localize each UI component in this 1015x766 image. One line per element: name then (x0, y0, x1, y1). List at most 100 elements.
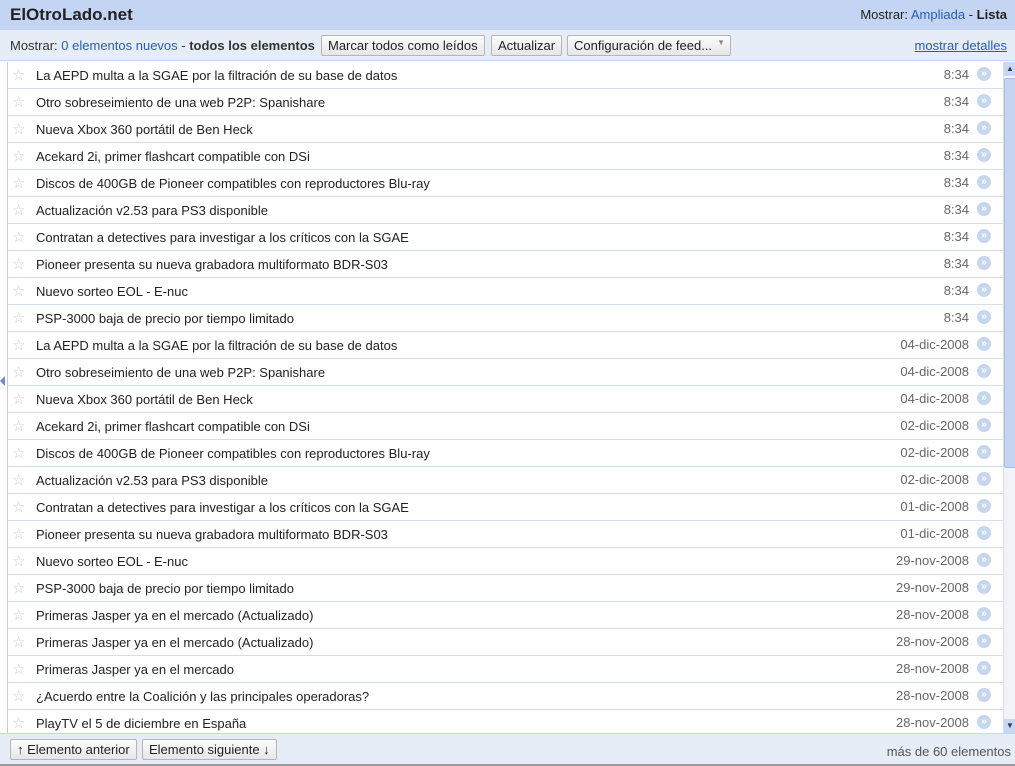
list-item[interactable]: ☆ Otro sobreseimiento de una web P2P: Spa… (8, 89, 1003, 116)
list-item[interactable]: ☆ Primeras Jasper ya en el mercado (Actua… (8, 629, 1003, 656)
list-item[interactable]: ☆ Discos de 400GB de Pioneer compatibles … (8, 440, 1003, 467)
item-date: 01-dic-2008 (900, 526, 969, 541)
list-item[interactable]: ☆ Nueva Xbox 360 portátil de Ben Heck 8:34… (8, 116, 1003, 143)
view-label: Mostrar: (860, 7, 908, 22)
open-item-icon[interactable]: » (977, 499, 991, 513)
star-icon[interactable]: ☆ (12, 714, 25, 732)
item-title: Actualización v2.53 para PS3 disponible (36, 203, 268, 218)
list-item[interactable]: ☆ Nuevo sorteo EOL - E-nuc 29-nov-2008 » (8, 548, 1003, 575)
open-item-icon[interactable]: » (977, 283, 991, 297)
list-item[interactable]: ☆ Pioneer presenta su nueva grabadora mul… (8, 521, 1003, 548)
open-item-icon[interactable]: » (977, 310, 991, 324)
star-icon[interactable]: ☆ (12, 363, 25, 381)
star-icon[interactable]: ☆ (12, 687, 25, 705)
view-expanded-link[interactable]: Ampliada (911, 7, 965, 22)
star-icon[interactable]: ☆ (12, 498, 25, 516)
star-icon[interactable]: ☆ (12, 93, 25, 111)
list-item[interactable]: ☆ Nuevo sorteo EOL - E-nuc 8:34 » (8, 278, 1003, 305)
open-item-icon[interactable]: » (977, 148, 991, 162)
star-icon[interactable]: ☆ (12, 444, 25, 462)
star-icon[interactable]: ☆ (12, 417, 25, 435)
star-icon[interactable]: ☆ (12, 255, 25, 273)
open-item-icon[interactable]: » (977, 229, 991, 243)
star-icon[interactable]: ☆ (12, 471, 25, 489)
open-item-icon[interactable]: » (977, 526, 991, 540)
star-icon[interactable]: ☆ (12, 228, 25, 246)
show-details-link[interactable]: mostrar detalles (915, 38, 1007, 53)
list-item[interactable]: ☆ Acekard 2i, primer flashcart compatible… (8, 143, 1003, 170)
next-item-button[interactable]: Elemento siguiente ↓ (142, 739, 277, 760)
open-item-icon[interactable]: » (977, 445, 991, 459)
star-icon[interactable]: ☆ (12, 174, 25, 192)
star-icon[interactable]: ☆ (12, 147, 25, 165)
open-item-icon[interactable]: » (977, 634, 991, 648)
footer: ↑ Elemento anterior Elemento siguiente ↓… (0, 733, 1015, 766)
open-item-icon[interactable]: » (977, 580, 991, 594)
new-items-link[interactable]: 0 elementos nuevos (61, 38, 177, 53)
open-item-icon[interactable]: » (977, 67, 991, 81)
open-item-icon[interactable]: » (977, 121, 991, 135)
open-item-icon[interactable]: » (977, 715, 991, 729)
mark-all-read-button[interactable]: Marcar todos como leídos (321, 35, 485, 56)
open-item-icon[interactable]: » (977, 418, 991, 432)
list-item[interactable]: ☆ Discos de 400GB de Pioneer compatibles … (8, 170, 1003, 197)
star-icon[interactable]: ☆ (12, 120, 25, 138)
list-item[interactable]: ☆ ¿Acuerdo entre la Coalición y las princ… (8, 683, 1003, 710)
list-item[interactable]: ☆ Otro sobreseimiento de una web P2P: Spa… (8, 359, 1003, 386)
open-item-icon[interactable]: » (977, 202, 991, 216)
previous-item-button[interactable]: ↑ Elemento anterior (10, 739, 137, 760)
list-item[interactable]: ☆ La AEPD multa a la SGAE por la filtraci… (8, 62, 1003, 89)
open-item-icon[interactable]: » (977, 607, 991, 621)
open-item-icon[interactable]: » (977, 337, 991, 351)
list-item[interactable]: ☆ Contratan a detectives para investigar … (8, 224, 1003, 251)
open-item-icon[interactable]: » (977, 364, 991, 378)
refresh-button[interactable]: Actualizar (491, 35, 563, 56)
scrollbar-thumb[interactable] (1004, 78, 1015, 468)
list-item[interactable]: ☆ PlayTV el 5 de diciembre en España 28-no… (8, 710, 1003, 733)
collapse-sidebar-icon[interactable] (0, 376, 5, 386)
open-item-icon[interactable]: » (977, 256, 991, 270)
star-icon[interactable]: ☆ (12, 309, 25, 327)
star-icon[interactable]: ☆ (12, 336, 25, 354)
star-icon[interactable]: ☆ (12, 579, 25, 597)
item-title: Contratan a detectives para investigar a… (36, 500, 409, 515)
star-icon[interactable]: ☆ (12, 525, 25, 543)
list-item[interactable]: ☆ PSP-3000 baja de precio por tiempo limi… (8, 575, 1003, 602)
scroll-down-icon[interactable]: ▼ (1004, 719, 1015, 733)
list-item[interactable]: ☆ Nueva Xbox 360 portátil de Ben Heck 04-d… (8, 386, 1003, 413)
star-icon[interactable]: ☆ (12, 282, 25, 300)
list-item[interactable]: ☆ Contratan a detectives para investigar … (8, 494, 1003, 521)
item-title: Discos de 400GB de Pioneer compatibles c… (36, 176, 430, 191)
open-item-icon[interactable]: » (977, 661, 991, 675)
item-title: La AEPD multa a la SGAE por la filtració… (36, 68, 398, 83)
list-item[interactable]: ☆ Primeras Jasper ya en el mercado (Actua… (8, 602, 1003, 629)
list-item[interactable]: ☆ PSP-3000 baja de precio por tiempo limi… (8, 305, 1003, 332)
star-icon[interactable]: ☆ (12, 552, 25, 570)
star-icon[interactable]: ☆ (12, 66, 25, 84)
scrollbar[interactable]: ▲ ▼ (1003, 62, 1015, 733)
star-icon[interactable]: ☆ (12, 390, 25, 408)
list-item[interactable]: ☆ Acekard 2i, primer flashcart compatible… (8, 413, 1003, 440)
open-item-icon[interactable]: » (977, 94, 991, 108)
open-item-icon[interactable]: » (977, 688, 991, 702)
list-item[interactable]: ☆ Pioneer presenta su nueva grabadora mul… (8, 251, 1003, 278)
star-icon[interactable]: ☆ (12, 606, 25, 624)
list-item[interactable]: ☆ Actualización v2.53 para PS3 disponible… (8, 467, 1003, 494)
item-date: 28-nov-2008 (896, 715, 969, 730)
star-icon[interactable]: ☆ (12, 660, 25, 678)
scroll-up-icon[interactable]: ▲ (1004, 62, 1015, 76)
item-title: Discos de 400GB de Pioneer compatibles c… (36, 446, 430, 461)
item-title: Nuevo sorteo EOL - E-nuc (36, 284, 188, 299)
star-icon[interactable]: ☆ (12, 633, 25, 651)
list-item[interactable]: ☆ Actualización v2.53 para PS3 disponible… (8, 197, 1003, 224)
item-date: 28-nov-2008 (896, 661, 969, 676)
item-title: PSP-3000 baja de precio por tiempo limit… (36, 581, 294, 596)
feed-settings-button[interactable]: Configuración de feed... ▼ (567, 35, 732, 56)
star-icon[interactable]: ☆ (12, 201, 25, 219)
open-item-icon[interactable]: » (977, 553, 991, 567)
open-item-icon[interactable]: » (977, 391, 991, 405)
list-item[interactable]: ☆ Primeras Jasper ya en el mercado 28-nov-… (8, 656, 1003, 683)
open-item-icon[interactable]: » (977, 175, 991, 189)
open-item-icon[interactable]: » (977, 472, 991, 486)
list-item[interactable]: ☆ La AEPD multa a la SGAE por la filtraci… (8, 332, 1003, 359)
